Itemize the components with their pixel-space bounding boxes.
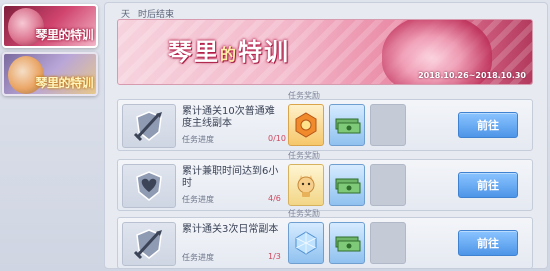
task-row: 任务奖励 累计通关3次日常副本 任务进度 1/3 前往 [117,209,533,269]
reward-slot[interactable] [329,222,365,264]
sword-shield-icon [122,104,176,148]
task-description: 累计通关10次普通难度主线副本 [182,106,275,129]
reward-slot-empty [370,104,406,146]
reward-slots [288,164,406,206]
reward-slot[interactable] [288,222,324,264]
reward-header: 任务奖励 [288,209,320,218]
countdown-suffix: 时后结束 [138,9,175,20]
event-banner: 琴里的特训 2018.10.26~2018.10.30 [117,19,533,85]
go-button[interactable]: 前往 [458,112,518,138]
countdown-timer: 天 时后结束 [117,6,174,20]
task-row: 任务奖励 累计通关10次普通难度主线副本 任务进度 0/10 前往 [117,91,533,151]
progress-value: 0/10 [268,134,286,143]
reward-slot[interactable] [329,164,365,206]
reward-slot-empty [370,164,406,206]
reward-slot[interactable] [288,164,324,206]
banner-title-mid: 的 [220,45,239,64]
progress-label: 任务进度 [182,135,214,144]
progress-label: 任务进度 [182,195,214,204]
go-button[interactable]: 前往 [458,172,518,198]
task-description: 累计通关3次日常副本 [182,224,279,235]
reward-slot[interactable] [288,104,324,146]
progress-value: 1/3 [268,252,281,261]
event-tab-label: 琴里的特训 [35,28,93,42]
progress-label: 任务进度 [182,253,214,262]
event-dates: 2018.10.26~2018.10.30 [418,71,526,80]
reward-header: 任务奖励 [288,91,320,100]
cash-stack-icon [335,118,361,134]
banner-title: 琴里的特训 [168,32,290,67]
reward-slots [288,222,406,264]
reward-header: 任务奖励 [288,151,320,160]
banner-title-right: 特训 [238,38,291,66]
event-panel: 天 时后结束 琴里的特训 2018.10.26~2018.10.30 任务奖励 … [104,2,548,269]
event-tab-label: 琴里的特训 [35,76,93,90]
progress-value: 4/6 [268,194,281,203]
banner-title-left: 琴里 [168,38,220,66]
heart-crest-icon [122,164,176,208]
cash-stack-icon [335,178,361,194]
task-description: 累计兼职时间达到6小时 [182,166,279,189]
sword-shield-icon [122,222,176,266]
event-tab-list: 琴里的特训 琴里的特训 [0,0,100,271]
event-tab-kotori-training-active[interactable]: 琴里的特训 [2,4,98,48]
days-unit: 天 [121,9,131,20]
go-button[interactable]: 前往 [458,230,518,256]
event-tab-kotori-training-2[interactable]: 琴里的特训 [2,52,98,96]
orange-badge-icon [295,112,317,138]
task-row: 任务奖励 累计兼职时间达到6小时 任务进度 4/6 前往 [117,151,533,211]
reward-slot-empty [370,222,406,264]
reward-slot[interactable] [329,104,365,146]
reward-slots [288,104,406,146]
cash-stack-icon [335,236,361,252]
crystal-cube-icon [295,231,317,255]
cat-figure-icon [297,175,315,197]
